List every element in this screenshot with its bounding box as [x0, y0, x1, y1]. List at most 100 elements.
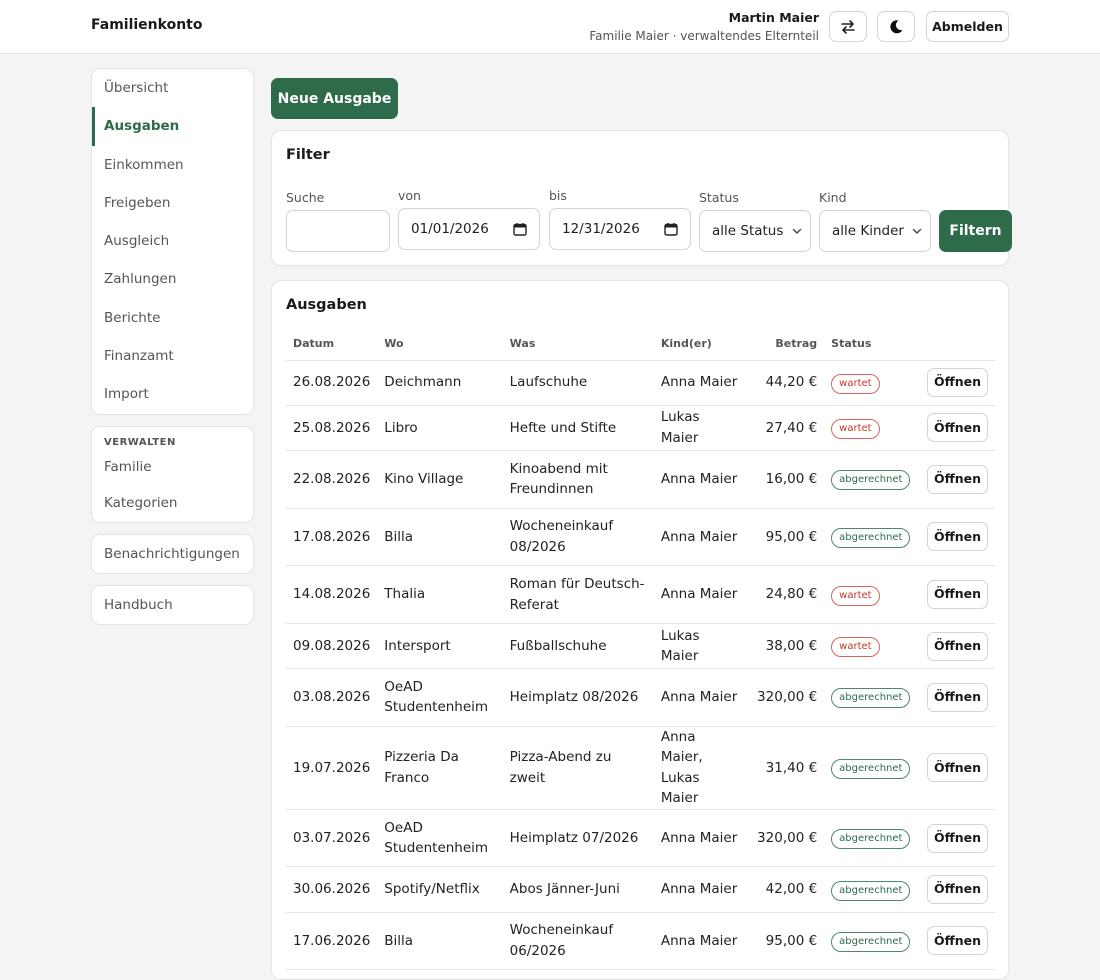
calendar-icon[interactable]: [513, 222, 527, 236]
switch-account-button[interactable]: [829, 11, 867, 42]
cell-date: 26.08.2026: [286, 360, 378, 406]
calendar-icon[interactable]: [664, 222, 678, 236]
child-label: Kind: [819, 190, 847, 205]
cell-what: Roman für Deutsch-Referat: [502, 565, 654, 624]
cell-kids: Anna Maier: [653, 508, 746, 567]
table-row: 30.06.2026 Spotify/Netflix Abos Jänner-Jun…: [286, 866, 995, 913]
logout-button[interactable]: Abmelden: [926, 11, 1009, 42]
child-select-value: alle Kinder: [832, 223, 904, 239]
cell-what: Pizza-Abend zu zweit: [502, 726, 654, 810]
column-header-kids[interactable]: Kind(er): [653, 328, 746, 361]
cell-actions: Öffnen: [918, 405, 995, 452]
cell-date: 19.07.2026: [286, 726, 378, 810]
chevron-down-icon: [792, 228, 802, 234]
cell-amount: 27,40 €: [745, 405, 825, 452]
open-expense-button[interactable]: Öffnen: [927, 926, 988, 956]
status-select[interactable]: alle Status: [699, 210, 811, 252]
cell-date: 17.08.2026: [286, 508, 378, 567]
sidebar-item-übersicht[interactable]: Übersicht: [92, 69, 253, 107]
to-date-input[interactable]: 12/31/2026: [549, 208, 691, 250]
cell-status: abgerechnet: [824, 809, 919, 868]
cell-where: Billa: [377, 508, 503, 567]
column-header-what[interactable]: Was: [502, 328, 654, 361]
sidebar-item-kategorien[interactable]: Kategorien: [92, 484, 253, 522]
sidebar-item-import[interactable]: Import: [92, 375, 253, 413]
app-title[interactable]: Familienkonto: [91, 17, 202, 33]
cell-amount: 38,00 €: [745, 623, 825, 670]
cell-kids: Anna Maier: [653, 809, 746, 868]
open-expense-button[interactable]: Öffnen: [927, 413, 988, 443]
cell-amount: 31,40 €: [745, 726, 825, 810]
sidebar-item-familie[interactable]: Familie: [92, 450, 253, 484]
sidebar-item-ausgaben[interactable]: Ausgaben: [92, 107, 253, 146]
filter-card: Filter Suche von 01/01/2026 bis 12/31/20…: [271, 130, 1012, 266]
open-expense-button[interactable]: Öffnen: [927, 631, 988, 661]
cell-kids: Anna Maier, Lukas Maier: [653, 726, 746, 810]
column-header-amount[interactable]: Betrag: [745, 328, 825, 361]
column-header-status[interactable]: Status: [824, 328, 919, 361]
sidebar-item-handbuch[interactable]: Handbuch: [92, 586, 253, 624]
cell-what: Abos Jänner-Juni: [502, 866, 654, 913]
cell-amount: 44,20 €: [745, 360, 825, 406]
search-input[interactable]: [286, 210, 390, 252]
cell-actions: Öffnen: [918, 809, 995, 868]
theme-toggle-button[interactable]: [877, 11, 915, 42]
cell-status: abgerechnet: [824, 866, 919, 913]
column-header-where[interactable]: Wo: [377, 328, 503, 361]
expenses-table: Datum Wo Was Kind(er) Betrag Status 26.0…: [286, 328, 995, 979]
sidebar-handbook-card: Handbuch: [91, 584, 254, 626]
open-expense-button[interactable]: Öffnen: [927, 682, 988, 712]
open-expense-button[interactable]: Öffnen: [927, 875, 988, 904]
new-expense-button[interactable]: Neue Ausgabe: [271, 78, 398, 119]
column-header-date[interactable]: Datum: [286, 328, 378, 361]
sidebar-item-einkommen[interactable]: Einkommen: [92, 146, 253, 184]
table-row: 17.06.2026 Billa Wocheneinkauf 06/2026 Anna…: [286, 912, 995, 971]
manage-heading: VERWALTEN: [104, 436, 176, 448]
cell-amount: 320,00 €: [745, 809, 825, 868]
cell-actions: Öffnen: [918, 450, 995, 509]
open-expense-button[interactable]: Öffnen: [927, 522, 988, 552]
status-badge: abgerechnet: [831, 470, 911, 491]
cell-status: abgerechnet: [824, 969, 919, 979]
from-date-input[interactable]: 01/01/2026: [398, 208, 540, 250]
cell-where: Billa: [377, 912, 503, 971]
sidebar-item-benachrichtigungen[interactable]: Benachrichtigungen: [92, 535, 253, 573]
open-expense-button[interactable]: Öffnen: [927, 464, 988, 494]
filter-submit-button[interactable]: Filtern: [939, 210, 1012, 252]
sidebar-item-ausgleich[interactable]: Ausgleich: [92, 222, 253, 260]
cell-where: Pizzeria Da Franco: [377, 726, 503, 810]
chevron-down-icon: [912, 228, 922, 234]
sidebar-item-finanzamt[interactable]: Finanzamt: [92, 337, 253, 375]
cell-status: abgerechnet: [824, 508, 919, 567]
table-row: 09.08.2026 Intersport Fußballschuhe Lukas M…: [286, 623, 995, 670]
open-expense-button[interactable]: Öffnen: [927, 580, 988, 610]
table-row: 26.08.2026 Deichmann Laufschuhe Anna Maier 4…: [286, 360, 995, 406]
from-date-label: von: [398, 188, 421, 203]
cell-kids: Lukas Maier: [653, 405, 746, 452]
cell-kids: Anna Maier: [653, 912, 746, 971]
child-select[interactable]: alle Kinder: [819, 210, 931, 252]
status-select-value: alle Status: [712, 223, 784, 239]
user-name: Martin Maier: [728, 10, 819, 25]
table-row: 17.08.2026 Billa Wocheneinkauf 08/2026 Anna…: [286, 508, 995, 567]
sidebar-item-zahlungen[interactable]: Zahlungen: [92, 260, 253, 298]
cell-where: OeAD Studentenheim: [377, 668, 503, 727]
table-row: 03.08.2026 OeAD Studentenheim Heimplatz 08…: [286, 668, 995, 727]
cell-status: abgerechnet: [824, 726, 919, 810]
sidebar-item-freigeben[interactable]: Freigeben: [92, 184, 253, 222]
cell-actions: Öffnen: [918, 866, 995, 913]
cell-date: 22.08.2026: [286, 450, 378, 509]
cell-what: Heimplatz 08/2026: [502, 668, 654, 727]
open-expense-button[interactable]: Öffnen: [927, 823, 988, 853]
swap-arrows-icon: [841, 19, 855, 34]
cell-where: OeAD Studentenheim: [377, 809, 503, 868]
cell-status: wartet: [824, 623, 919, 670]
table-row: 25.08.2026 Libro Hefte und Stifte Lukas Mai…: [286, 405, 995, 452]
cell-where: Thalia: [377, 565, 503, 624]
cell-amount: 95,00 €: [745, 508, 825, 567]
moon-icon: [890, 19, 903, 33]
open-expense-button[interactable]: Öffnen: [927, 753, 988, 783]
sidebar-item-berichte[interactable]: Berichte: [92, 299, 253, 337]
open-expense-button[interactable]: Öffnen: [927, 368, 988, 398]
table-header-row: Datum Wo Was Kind(er) Betrag Status: [286, 328, 995, 361]
